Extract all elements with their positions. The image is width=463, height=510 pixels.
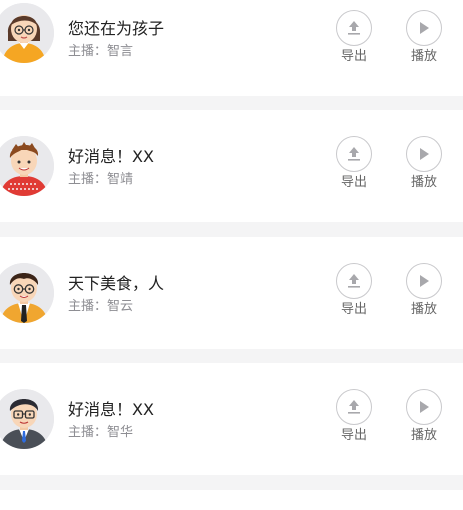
play-button[interactable]: 播放 [404, 136, 444, 191]
avatar [0, 136, 54, 196]
play-triangle-icon [420, 22, 429, 34]
play-button[interactable]: 播放 [404, 389, 444, 444]
item-title: 好消息！XX [68, 147, 154, 166]
upload-arrow-icon [348, 21, 360, 35]
podcast-list-item[interactable]: 天下美食，人 主播：智云 导出 播放 [0, 237, 463, 349]
export-button[interactable]: 导出 [334, 389, 374, 444]
export-label: 导出 [340, 428, 367, 443]
podcast-list-item[interactable] [0, 490, 463, 510]
avatar [0, 263, 54, 323]
export-label: 导出 [340, 175, 367, 190]
play-label: 播放 [410, 175, 437, 190]
podcast-list-item[interactable]: 您还在为孩子 主播：智言 导出 播放 [0, 0, 463, 96]
play-triangle-icon [420, 148, 429, 160]
upload-arrow-icon [348, 400, 360, 414]
export-button[interactable]: 导出 [334, 263, 374, 318]
item-title: 您还在为孩子 [68, 19, 165, 38]
item-host: 主播：智言 [68, 44, 134, 59]
play-label: 播放 [410, 49, 437, 64]
avatar [0, 389, 54, 449]
export-label: 导出 [340, 49, 367, 64]
podcast-list-item[interactable]: 好消息！XX 主播：智华 导出 播放 [0, 363, 463, 475]
play-button[interactable]: 播放 [404, 263, 444, 318]
export-button[interactable]: 导出 [334, 10, 374, 65]
play-button[interactable]: 播放 [404, 10, 444, 65]
upload-arrow-icon [348, 274, 360, 288]
item-host: 主播：智靖 [68, 172, 134, 187]
upload-arrow-icon [348, 147, 360, 161]
podcast-list-item[interactable]: 好消息！XX 主播：智靖 导出 播放 [0, 110, 463, 222]
play-label: 播放 [410, 302, 437, 317]
play-triangle-icon [420, 401, 429, 413]
play-triangle-icon [420, 275, 429, 287]
export-label: 导出 [340, 302, 367, 317]
item-title: 好消息！XX [68, 400, 154, 419]
export-button[interactable]: 导出 [334, 136, 374, 191]
item-host: 主播：智华 [68, 425, 134, 440]
item-host: 主播：智云 [68, 299, 134, 314]
item-title: 天下美食，人 [68, 274, 165, 293]
play-label: 播放 [410, 428, 437, 443]
avatar [0, 3, 54, 63]
